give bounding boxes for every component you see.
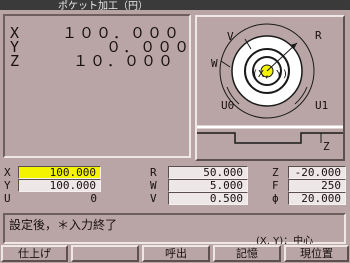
param-z-label: Z [272, 166, 279, 179]
diagram-u0-label: U0 [221, 99, 235, 112]
diagram-v-label: V [227, 30, 234, 43]
current-position-button[interactable]: 現位置 [284, 245, 349, 262]
title-bar [0, 0, 350, 10]
param-y-label: Y [4, 179, 11, 192]
w-arrow [220, 60, 231, 68]
diagram-w-label: W [211, 57, 218, 70]
recall-button[interactable]: 呼出 [142, 245, 210, 262]
param-phi-label: ϕ [272, 192, 279, 205]
param-f-label: F [272, 179, 279, 192]
diagram-u1-label: U1 [315, 99, 329, 112]
pocket-diagram-panel: V R W (X, Y) U0 U1 Z [195, 15, 345, 161]
param-z-field[interactable]: -20.000 [288, 166, 346, 179]
param-w-label: W [150, 179, 157, 192]
position-z-value: １０．０００ [62, 52, 176, 70]
param-u-label: U [4, 192, 11, 205]
diagram-r-label: R [315, 29, 322, 42]
message-line-1: 設定後，＊入力終了 [9, 218, 118, 232]
param-v-field[interactable]: 0.500 [168, 192, 248, 205]
param-r-field[interactable]: 50.000 [168, 166, 248, 179]
memory-button[interactable]: 記憶 [213, 245, 281, 262]
param-x-field[interactable]: 100.000 [18, 166, 101, 179]
blank-button[interactable] [71, 245, 139, 262]
param-r-label: R [150, 166, 157, 179]
param-w-field[interactable]: 5.000 [168, 179, 248, 192]
param-phi-field[interactable]: 20.000 [288, 192, 346, 205]
diagram-z-label: Z [323, 140, 330, 153]
param-v-label: V [150, 192, 157, 205]
diagram-center-label: (X, Y) [252, 69, 289, 80]
param-u-field[interactable]: 0 [18, 193, 97, 205]
param-x-label: X [4, 166, 11, 179]
position-z-label: Z [10, 52, 20, 70]
param-y-field[interactable]: 100.000 [18, 179, 101, 192]
window-title: ポケット加工（円） [58, 1, 148, 12]
finish-button[interactable]: 仕上げ [1, 245, 68, 262]
param-f-field[interactable]: 250 [288, 179, 346, 192]
